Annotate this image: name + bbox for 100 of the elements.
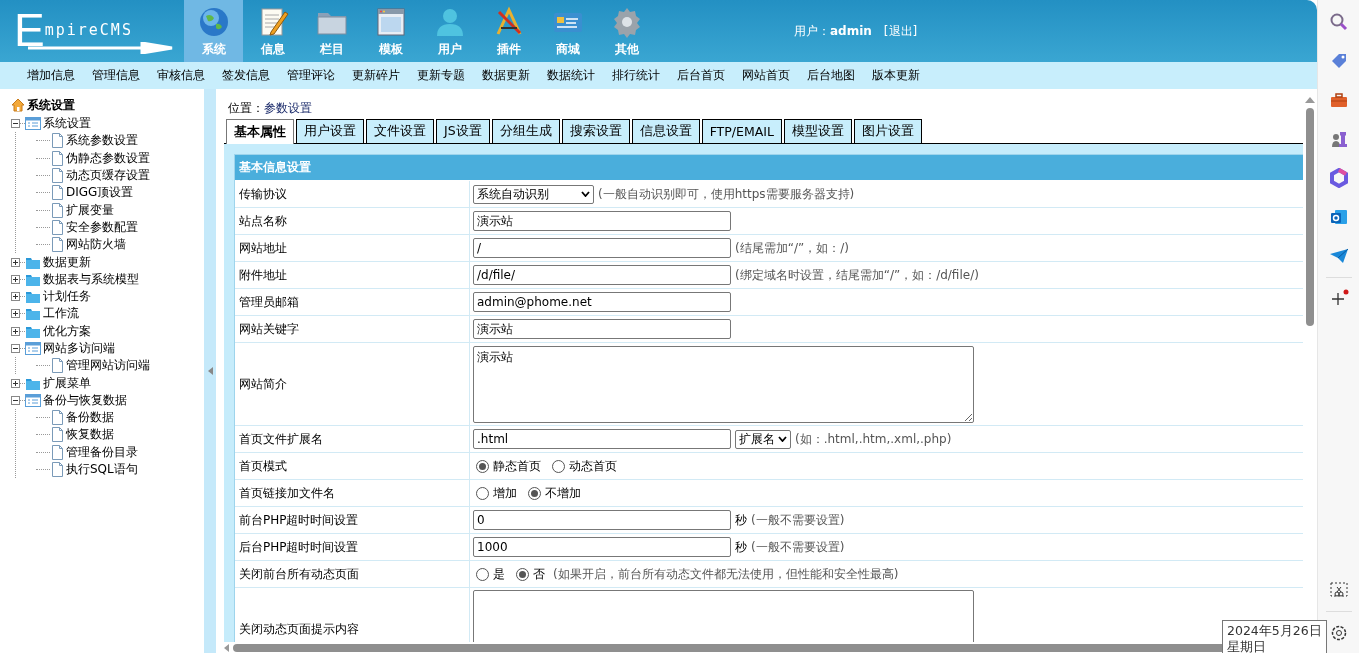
menu-item[interactable]: 更新专题 xyxy=(417,67,465,84)
tree-item[interactable]: 系统参数设置 xyxy=(66,132,138,150)
tree-item[interactable]: 伪静态参数设置 xyxy=(66,149,150,167)
text-field[interactable]: 演示站 xyxy=(473,211,731,231)
option-label[interactable]: 静态首页 xyxy=(493,457,541,475)
tree-item[interactable]: 备份与恢复数据 xyxy=(43,391,127,409)
radio-button[interactable] xyxy=(552,459,565,473)
radio-button[interactable] xyxy=(516,567,529,581)
tree-item[interactable]: 扩展菜单 xyxy=(43,374,91,392)
search-icon[interactable] xyxy=(1328,12,1349,32)
menu-item[interactable]: 增加信息 xyxy=(27,67,75,84)
expand-icon[interactable] xyxy=(11,274,20,284)
menu-item[interactable]: 网站首页 xyxy=(742,67,790,84)
option-label[interactable]: 动态首页 xyxy=(569,457,617,475)
menu-item[interactable]: 更新碎片 xyxy=(352,67,400,84)
dropdown[interactable]: 扩展名 xyxy=(735,429,791,449)
text-field[interactable]: 0 xyxy=(473,510,731,530)
radio-button[interactable] xyxy=(476,567,489,581)
expand-icon[interactable] xyxy=(11,326,20,336)
menu-item[interactable]: 后台首页 xyxy=(677,67,725,84)
text-field[interactable]: /d/file/ xyxy=(473,265,731,285)
menu-item[interactable]: 数据更新 xyxy=(482,67,530,84)
location-link[interactable]: 参数设置 xyxy=(264,101,312,115)
menu-item[interactable]: 版本更新 xyxy=(872,67,920,84)
menu-item[interactable]: 数据统计 xyxy=(547,67,595,84)
collapse-icon[interactable] xyxy=(11,395,20,405)
text-field[interactable]: admin@phome.net xyxy=(473,292,731,312)
folder-icon xyxy=(25,289,41,305)
collapse-icon[interactable] xyxy=(11,119,20,129)
tab[interactable]: 用户设置 xyxy=(296,119,364,143)
menu-item[interactable]: 管理评论 xyxy=(287,67,335,84)
scroll-up-icon[interactable] xyxy=(1305,97,1315,103)
tab[interactable]: FTP/EMAIL xyxy=(701,119,782,143)
tree-item[interactable]: 安全参数配置 xyxy=(66,218,138,236)
tree-item[interactable]: 系统设置 xyxy=(43,115,91,133)
screenshot-icon[interactable] xyxy=(1328,580,1349,600)
text-field[interactable]: .html xyxy=(473,429,731,449)
text-field[interactable]: / xyxy=(473,238,731,258)
home-icon xyxy=(11,98,25,112)
tree-item[interactable]: DIGG顶设置 xyxy=(66,184,134,202)
tab[interactable]: 文件设置 xyxy=(366,119,434,143)
tree-item[interactable]: 数据更新 xyxy=(43,253,91,271)
menu-item[interactable]: 签发信息 xyxy=(222,67,270,84)
tree-item[interactable]: 优化方案 xyxy=(43,322,91,340)
menu-item[interactable]: 后台地图 xyxy=(807,67,855,84)
tree-item[interactable]: 网站防火墙 xyxy=(66,236,126,254)
collapse-icon[interactable] xyxy=(11,344,20,353)
expand-icon[interactable] xyxy=(11,257,20,267)
tab[interactable]: 图片设置 xyxy=(853,119,922,143)
text-field[interactable]: 演示站 xyxy=(473,319,731,339)
tab[interactable]: 基本属性 xyxy=(226,119,294,144)
expand-icon[interactable] xyxy=(11,378,20,388)
field-label: 附件地址 xyxy=(235,262,470,288)
caret-icon xyxy=(778,436,787,442)
option-label[interactable]: 是 xyxy=(493,565,505,583)
tree-item[interactable]: 网站多访问端 xyxy=(43,340,115,357)
page-icon xyxy=(50,185,64,201)
tab[interactable]: 分组生成 xyxy=(491,119,560,143)
tab[interactable]: 信息设置 xyxy=(631,119,700,143)
tree-item[interactable]: 备份数据 xyxy=(66,409,114,427)
section-header: 基本信息设置 xyxy=(235,155,1303,181)
expand-icon[interactable] xyxy=(11,309,20,319)
toolbox-icon[interactable] xyxy=(1328,90,1349,110)
scroll-left-icon[interactable] xyxy=(224,643,229,652)
tab[interactable]: 模型设置 xyxy=(783,119,852,143)
field-label: 后台PHP超时时间设置 xyxy=(235,534,470,560)
tree-title[interactable]: 系统设置 xyxy=(27,96,75,114)
radio-button[interactable] xyxy=(476,486,489,500)
tree-item[interactable]: 动态页缓存设置 xyxy=(66,167,150,185)
page-icon xyxy=(50,462,64,478)
radio-button[interactable] xyxy=(476,459,489,473)
tree-item[interactable]: 扩展变量 xyxy=(66,201,114,219)
text-field[interactable]: 1000 xyxy=(473,537,731,557)
page-icon xyxy=(50,150,64,166)
tooltip-date: 2024年5月26日 xyxy=(1227,623,1322,639)
tree-item[interactable]: 管理备份目录 xyxy=(66,443,138,461)
expand-icon[interactable] xyxy=(11,292,20,302)
menu-item[interactable]: 审核信息 xyxy=(157,67,205,84)
option-label[interactable]: 增加 xyxy=(493,484,517,502)
scrollbar-thumb[interactable] xyxy=(1306,108,1314,326)
text-area[interactable]: 演示站 xyxy=(473,345,974,423)
option-label[interactable]: 不增加 xyxy=(545,484,581,502)
location-label: 位置： xyxy=(228,101,264,115)
radio-button[interactable] xyxy=(528,486,541,500)
tab[interactable]: JS设置 xyxy=(436,119,490,143)
collapse-arrow-icon[interactable] xyxy=(207,367,213,375)
option-label[interactable]: 否 xyxy=(533,565,545,583)
tree-item[interactable]: 工作流 xyxy=(43,305,79,323)
mail-icon[interactable] xyxy=(1328,207,1349,227)
tree-item[interactable]: 管理网站访问端 xyxy=(66,357,150,375)
tooltip-weekday: 星期日 xyxy=(1227,639,1267,653)
tree-item[interactable]: 数据表与系统模型 xyxy=(43,270,139,288)
dropdown[interactable]: 系统自动识别 xyxy=(473,184,594,204)
tree-item[interactable]: 计划任务 xyxy=(43,288,91,306)
tree-item[interactable]: 执行SQL语句 xyxy=(66,461,138,479)
ring-icon[interactable] xyxy=(1328,168,1349,188)
menu-item[interactable]: 管理信息 xyxy=(92,67,140,84)
menu-item[interactable]: 排行统计 xyxy=(612,67,660,84)
tree-item[interactable]: 恢复数据 xyxy=(66,426,114,444)
tab[interactable]: 搜索设置 xyxy=(561,119,630,143)
